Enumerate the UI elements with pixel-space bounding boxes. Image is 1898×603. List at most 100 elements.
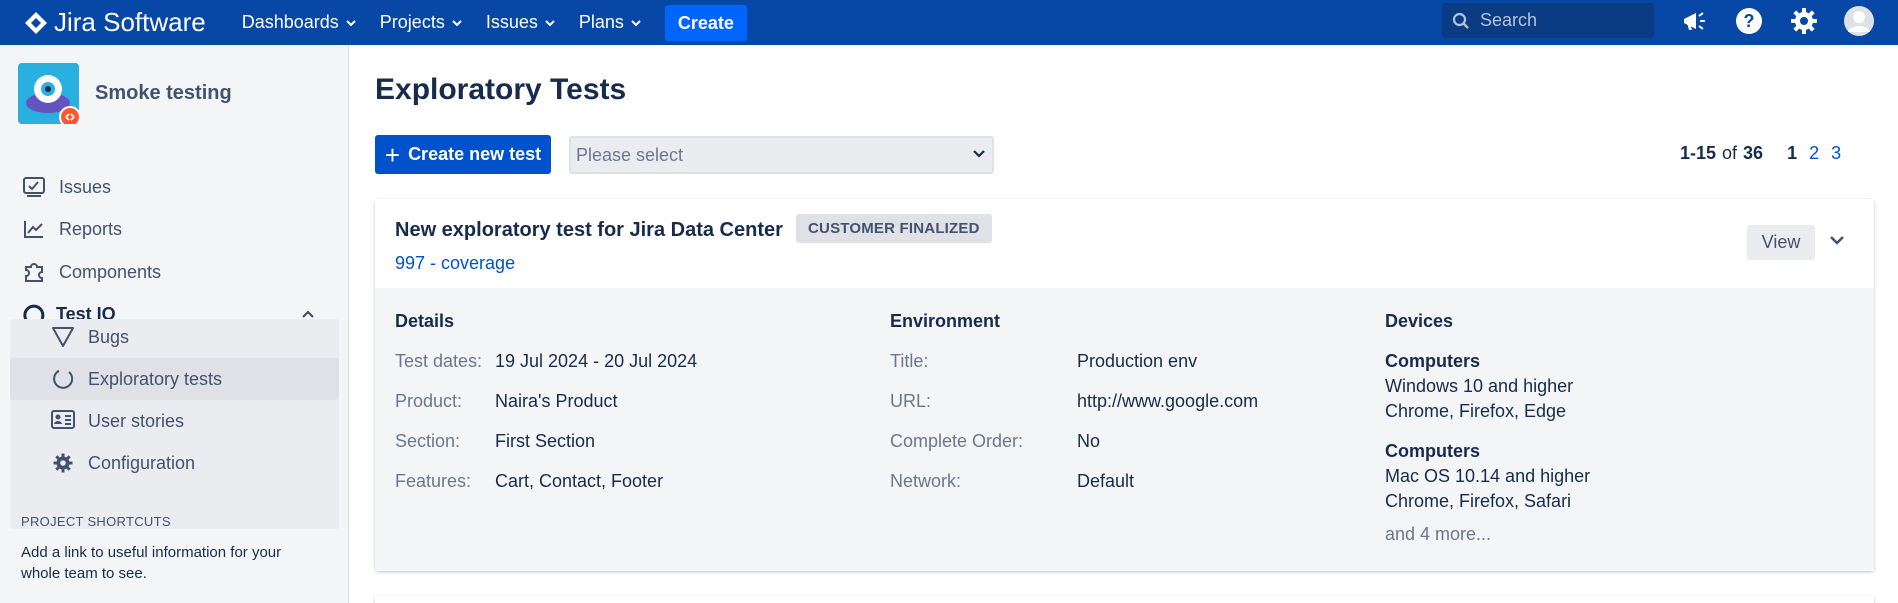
env-key: Network: — [890, 471, 962, 491]
device-browsers: Chrome, Firefox, Safari — [1385, 491, 1572, 511]
search-icon — [1452, 12, 1469, 29]
env-value: No — [1077, 431, 1101, 451]
nav-plans-label: Plans — [578, 12, 624, 32]
project-shortcuts-heading: PROJECT SHORTCUTS — [21, 514, 171, 529]
nav-issues[interactable]: Issues — [486, 12, 555, 33]
device-group-heading: Computers — [1385, 441, 1481, 461]
nav-projects-label: Projects — [379, 12, 445, 32]
chevron-down-icon — [452, 19, 462, 26]
sidebar-item-exploratory-tests[interactable]: Exploratory tests — [10, 358, 339, 400]
bug-triangle-icon — [50, 324, 76, 350]
test-card-details: Details Test dates: 19 Jul 2024 - 20 Jul… — [375, 288, 1874, 571]
gear-icon — [50, 450, 76, 476]
chevron-down-icon — [545, 19, 555, 26]
sidebar-item-label: User stories — [88, 410, 185, 431]
next-test-card — [375, 596, 1874, 603]
detail-value: First Section — [495, 431, 596, 451]
page-title: Exploratory Tests — [375, 73, 627, 106]
sidebar-item-reports[interactable]: Reports — [0, 208, 349, 250]
detail-key: Section: — [395, 431, 461, 451]
detail-value: 19 Jul 2024 - 20 Jul 2024 — [495, 351, 698, 371]
issues-icon — [22, 175, 46, 199]
detail-value: Cart, Contact, Footer — [495, 471, 664, 491]
nav-projects[interactable]: Projects — [380, 12, 462, 33]
top-navigation-bar: Jira Software Dashboards Projects Issues… — [0, 0, 1898, 45]
env-value: Default — [1077, 471, 1135, 491]
sidebar-item-label: Bugs — [88, 326, 130, 347]
puzzle-icon — [22, 260, 46, 284]
help-icon[interactable]: ? — [1733, 5, 1765, 37]
env-key: URL: — [890, 391, 932, 411]
nav-plans[interactable]: Plans — [579, 12, 641, 33]
detail-key: Test dates: — [395, 351, 483, 371]
chevron-down-icon — [346, 19, 356, 26]
project-header[interactable]: Smoke testing — [18, 63, 232, 128]
search-placeholder: Search — [1480, 10, 1538, 30]
alien-avatar-icon — [18, 63, 81, 128]
create-new-test-label: Create new test — [408, 144, 542, 164]
devices-more-link[interactable]: and 4 more... — [1385, 524, 1491, 545]
chevron-down-icon[interactable] — [1827, 230, 1847, 250]
settings-gear-icon[interactable] — [1788, 5, 1820, 37]
device-browsers: Chrome, Firefox, Edge — [1385, 401, 1567, 421]
search-input[interactable]: Search — [1442, 3, 1654, 38]
page-link-2[interactable]: 2 — [1809, 143, 1819, 164]
app-name: Jira Software — [54, 7, 206, 37]
sidebar-item-label: Exploratory tests — [88, 368, 223, 389]
test-card: New exploratory test for Jira Data Cente… — [375, 199, 1874, 571]
detail-key: Product: — [395, 391, 463, 411]
sidebar-item-components[interactable]: Components — [0, 251, 349, 293]
pager-total: 36 — [1743, 143, 1764, 163]
pager-range: 1-15 — [1680, 143, 1717, 163]
details-heading: Details — [395, 311, 455, 331]
devices-heading: Devices — [1385, 311, 1454, 331]
project-shortcuts-text: Add a link to useful information for you… — [21, 544, 282, 582]
filter-select-value: Please select — [576, 144, 684, 165]
jira-logo[interactable]: Jira Software — [24, 7, 206, 38]
detail-key: Features: — [395, 471, 472, 491]
create-button[interactable]: Create — [664, 4, 747, 41]
filter-select[interactable]: Please select — [569, 136, 994, 174]
view-button[interactable]: View — [1747, 225, 1815, 260]
chevron-down-icon — [631, 19, 641, 26]
main-nav: Dashboards Projects Issues Plans Create — [242, 4, 747, 41]
reports-icon — [22, 217, 46, 241]
sidebar-item-label: Components — [59, 261, 162, 282]
sidebar-item-configuration[interactable]: Configuration — [10, 442, 339, 484]
device-group-heading: Computers — [1385, 351, 1481, 371]
user-avatar-icon[interactable] — [1843, 5, 1875, 37]
project-avatar — [18, 63, 81, 128]
project-sidebar: Smoke testing Issues Reports Components … — [0, 45, 349, 603]
sidebar-item-user-stories[interactable]: User stories — [10, 400, 339, 442]
sidebar-item-label: Issues — [59, 176, 112, 197]
notifications-megaphone-icon[interactable] — [1678, 5, 1710, 37]
sidebar-item-bugs[interactable]: Bugs — [10, 316, 339, 358]
pagination: 1-15 of 36 1 2 3 — [1680, 143, 1841, 164]
plus-icon: + — [384, 139, 401, 170]
page-link-3[interactable]: 3 — [1831, 143, 1841, 164]
svg-text:?: ? — [1744, 11, 1755, 31]
status-badge: CUSTOMER FINALIZED — [796, 214, 992, 243]
project-name: Smoke testing — [95, 82, 232, 104]
device-os: Mac OS 10.14 and higher — [1385, 466, 1591, 486]
sidebar-item-label: Configuration — [88, 452, 196, 473]
device-os: Windows 10 and higher — [1385, 376, 1574, 396]
user-story-icon — [50, 408, 76, 434]
nav-issues-label: Issues — [485, 12, 538, 32]
sidebar-item-label: Reports — [59, 218, 123, 239]
nav-dashboards[interactable]: Dashboards — [242, 12, 356, 33]
nav-dashboards-label: Dashboards — [241, 12, 339, 32]
circle-icon — [50, 366, 76, 392]
env-value: Production env — [1077, 351, 1198, 371]
sidebar-item-issues[interactable]: Issues — [0, 166, 349, 208]
env-key: Complete Order: — [890, 431, 1024, 451]
detail-value: Naira's Product — [495, 391, 618, 411]
page-link-1[interactable]: 1 — [1787, 143, 1797, 164]
create-new-test-button[interactable]: + Create new test — [375, 135, 551, 174]
env-value: http://www.google.com — [1077, 391, 1259, 411]
jira-diamond-icon — [25, 11, 47, 34]
test-title[interactable]: New exploratory test for Jira Data Cente… — [395, 219, 783, 242]
test-coverage-link[interactable]: 997 - coverage — [395, 253, 515, 274]
pager-of: of — [1722, 143, 1738, 163]
env-key: Title: — [890, 351, 929, 371]
